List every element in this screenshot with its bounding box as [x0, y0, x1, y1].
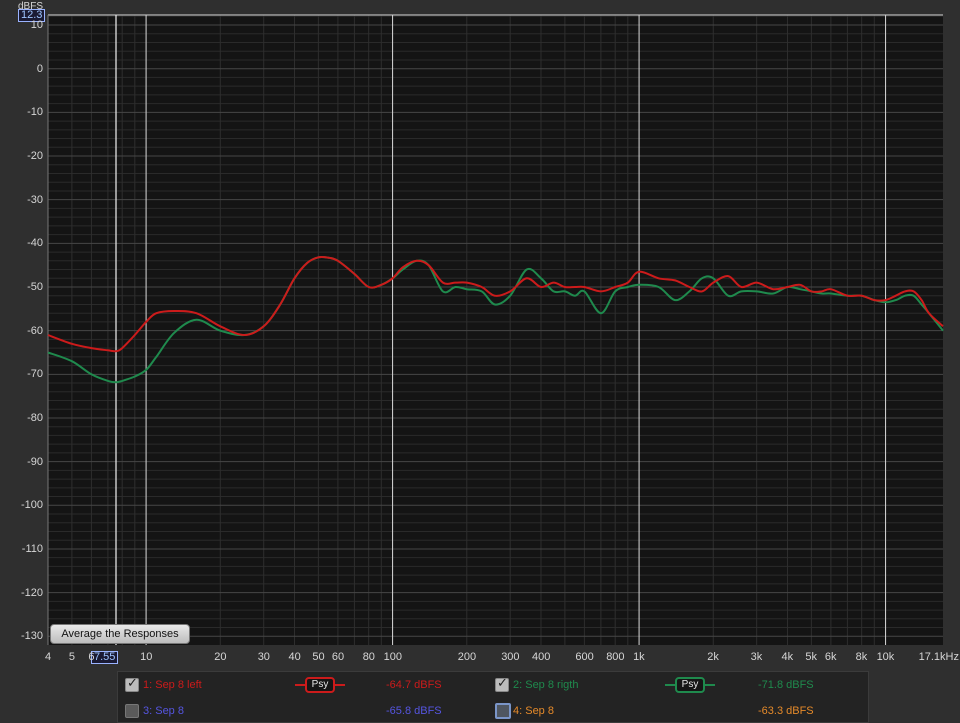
- legend-checkbox-1[interactable]: [125, 676, 139, 692]
- x-tick-label: 6: [88, 651, 95, 663]
- y-tick-label: -70: [27, 368, 43, 381]
- legend-label-3[interactable]: 3: Sep 8: [143, 705, 184, 717]
- x-cursor-readout: 7.55: [91, 651, 119, 664]
- x-tick-label: 6k: [824, 651, 837, 663]
- y-tick-label: -120: [20, 586, 43, 599]
- x-tick-label: 10: [140, 651, 153, 663]
- y-tick-label: -110: [21, 542, 43, 555]
- legend-value-4: -63.3 dBFS: [758, 705, 814, 717]
- y-tick-label: -90: [27, 455, 43, 468]
- psy-label-1: Psy: [305, 677, 335, 693]
- y-tick-label: -80: [27, 411, 43, 424]
- y-tick-label: -30: [27, 193, 43, 206]
- x-tick-label: 4: [45, 651, 52, 663]
- x-tick-label: 30: [257, 651, 270, 663]
- x-tick-label: 10k: [876, 651, 895, 663]
- x-tick-label: 600: [575, 651, 594, 663]
- x-tick-label: 5k: [805, 651, 817, 663]
- legend-label-4[interactable]: 4: Sep 8: [513, 705, 554, 717]
- y-tick-label: -130: [20, 630, 43, 643]
- x-tick-label: 5: [68, 651, 75, 663]
- psy-line-right-2: [703, 684, 715, 686]
- legend-checkbox-2[interactable]: [495, 676, 509, 692]
- x-tick-label: 1k: [633, 651, 645, 663]
- x-tick-label: 800: [606, 651, 625, 663]
- y-tick-label: 0: [36, 62, 43, 75]
- psy-label-2: Psy: [675, 677, 705, 693]
- x-tick-label: 17.1kHz: [918, 651, 959, 663]
- y-tick-label: -20: [27, 150, 43, 163]
- y-tick-label: -40: [27, 237, 43, 250]
- x-tick-label: 4k: [781, 651, 794, 663]
- x-tick-label: 80: [362, 651, 375, 663]
- x-tick-label: 60: [331, 651, 345, 663]
- series-line-2[interactable]: [47, 255, 944, 384]
- x-tick-label: 2k: [707, 651, 719, 663]
- legend-panel: 1: Sep 8 left Psy -64.7 dBFS 2: Sep 8 ri…: [117, 671, 869, 723]
- psy-line-right-1: [333, 684, 345, 686]
- frequency-response-graph[interactable]: [0, 0, 960, 723]
- y-tick-label: -60: [27, 324, 43, 337]
- psy-badge-2[interactable]: Psy: [665, 677, 715, 695]
- x-tick-label: 200: [457, 651, 477, 663]
- y-tick-label: 10: [30, 19, 43, 32]
- x-tick-label: 300: [501, 651, 520, 663]
- y-tick-label: -50: [27, 280, 43, 293]
- x-tick-label: 20: [214, 651, 227, 663]
- legend-checkbox-3[interactable]: [125, 704, 139, 718]
- legend-checkbox-4[interactable]: [495, 703, 511, 719]
- x-tick-label: 3k: [750, 651, 763, 663]
- legend-value-3: -65.8 dBFS: [386, 705, 442, 717]
- x-tick-label: 100: [383, 651, 402, 663]
- legend-value-2: -71.8 dBFS: [758, 679, 814, 691]
- legend-label-1[interactable]: 1: Sep 8 left: [143, 679, 202, 691]
- psy-badge-1[interactable]: Psy: [295, 677, 345, 695]
- average-responses-button[interactable]: Average the Responses: [50, 624, 190, 644]
- x-tick-label: 8k: [855, 651, 868, 663]
- x-tick-label: 50: [312, 651, 325, 663]
- x-tick-label: 400: [531, 651, 551, 663]
- x-tick-label: 40: [288, 651, 301, 663]
- y-tick-label: -10: [27, 106, 43, 119]
- legend-label-2[interactable]: 2: Sep 8 rigth: [513, 679, 578, 691]
- y-tick-label: -100: [20, 499, 43, 512]
- legend-value-1: -64.7 dBFS: [386, 679, 442, 691]
